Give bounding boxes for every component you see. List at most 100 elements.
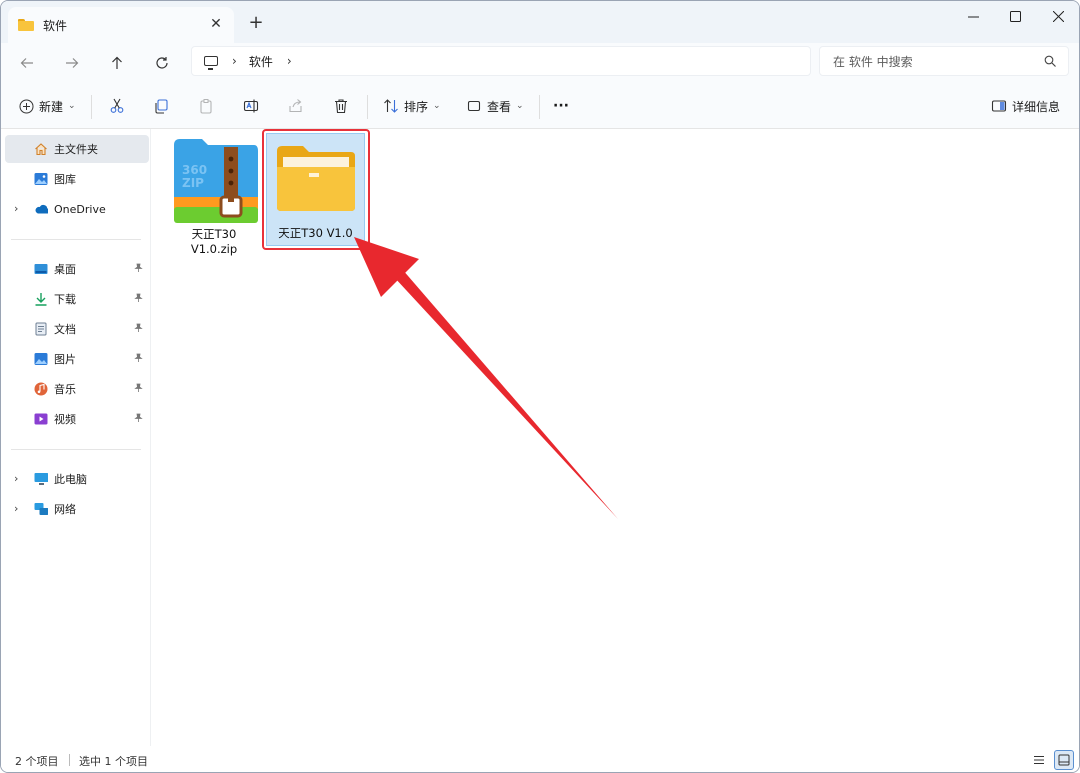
paste-button[interactable] [198,94,219,118]
divider [367,95,368,119]
desktop-icon [34,264,48,274]
back-button[interactable] [15,51,39,75]
sidebar-item-downloads[interactable]: 下载 [5,285,149,313]
clipboard-icon [198,98,214,114]
new-label: 新建 [39,99,64,114]
sidebar-item-pictures[interactable]: 图片 [5,345,149,373]
new-button[interactable]: 新建 ⌄ [18,94,76,118]
pin-icon[interactable] [134,323,143,335]
command-bar: 新建 ⌄ 排序 ⌄ 查看 ⌄ ··· 详细信息 [1,83,1079,129]
details-view-button[interactable] [1029,750,1049,770]
share-button[interactable] [288,94,309,118]
maximize-icon [1009,10,1021,22]
divider [91,95,92,119]
home-icon [35,143,47,156]
trash-icon [333,98,349,114]
pin-icon[interactable] [134,413,143,425]
sidebar-item-home[interactable]: 主文件夹 [5,135,149,163]
annotation-highlight-box [262,129,370,250]
more-options-button[interactable]: ··· [553,94,569,118]
onedrive-icon [35,204,48,214]
sidebar-item-desktop[interactable]: 桌面 [5,255,149,283]
breadcrumb-chevron[interactable]: › [232,54,237,68]
title-bar: 软件 ✕ + [1,1,1079,43]
pin-icon[interactable] [134,353,143,365]
rename-button[interactable] [243,94,264,118]
video-icon [34,413,48,425]
sort-icon [383,98,399,114]
scissors-icon [109,98,125,114]
sidebar-item-onedrive[interactable]: › OneDrive [5,195,149,223]
expand-chevron-icon[interactable]: › [14,202,18,215]
status-bar: 2 个项目 选中 1 个项目 [1,746,1079,772]
svg-text:360: 360 [182,163,207,177]
details-pane-icon [991,98,1007,114]
details-pane-button[interactable]: 详细信息 [991,94,1060,118]
list-view-icon [1034,756,1044,764]
sidebar-item-this-pc[interactable]: › 此电脑 [5,465,149,493]
share-icon [288,98,304,114]
maximize-button[interactable] [992,1,1038,31]
view-label: 查看 [487,99,512,114]
large-icons-view-button[interactable] [1054,750,1074,770]
delete-button[interactable] [333,94,354,118]
minimize-button[interactable] [950,1,996,31]
pin-icon[interactable] [134,293,143,305]
up-button[interactable] [105,51,129,75]
network-icon [34,503,48,515]
file-item-zip[interactable]: 360 ZIP 天正T30 V1.0.zip [166,133,262,261]
svg-text:ZIP: ZIP [182,176,204,190]
chevron-down-icon: ⌄ [68,101,76,111]
new-tab-button[interactable]: + [247,14,265,32]
chevron-down-icon: ⌄ [433,101,441,111]
search-icon [1044,55,1056,67]
divider [11,449,141,450]
sidebar-item-gallery[interactable]: 图库 [5,165,149,193]
download-icon [35,293,47,306]
tab-title: 软件 [43,18,68,33]
breadcrumb-chevron[interactable]: › [287,54,292,68]
chevron-down-icon: ⌄ [516,101,524,111]
sidebar-item-network[interactable]: › 网络 [5,495,149,523]
pictures-icon [34,353,48,365]
sidebar-item-music[interactable]: 音乐 [5,375,149,403]
plus-circle-icon [18,98,34,114]
search-input[interactable]: 在 软件 中搜索 [819,46,1069,76]
navigation-pane: 主文件夹 图库 › OneDrive 桌面 下载 文档 图片 音乐 视频 › 此… [1,129,151,746]
view-button[interactable]: 查看 ⌄ [466,94,524,118]
divider [11,239,141,240]
copy-button[interactable] [153,94,174,118]
music-icon [34,382,48,396]
details-label: 详细信息 [1012,99,1061,114]
gallery-icon [34,173,48,185]
zip-archive-icon: 360 ZIP [174,139,258,223]
search-placeholder: 在 软件 中搜索 [833,54,913,69]
sort-button[interactable]: 排序 ⌄ [383,94,441,118]
address-bar: › 软件 › 在 软件 中搜索 [1,43,1079,83]
document-icon [35,322,47,336]
selected-count: 选中 1 个项目 [79,755,148,768]
cut-button[interactable] [109,94,130,118]
close-button[interactable] [1035,1,1079,31]
pin-icon[interactable] [134,263,143,275]
arrow-right-icon [66,58,79,68]
expand-chevron-icon[interactable]: › [14,472,18,485]
rename-icon [243,98,259,114]
forward-button[interactable] [60,51,84,75]
divider [539,95,540,119]
pin-icon[interactable] [134,383,143,395]
copy-icon [153,98,169,114]
sidebar-item-documents[interactable]: 文档 [5,315,149,343]
refresh-button[interactable] [150,51,174,75]
computer-icon [204,56,218,70]
file-name: 天正T30 V1.0.zip [190,227,238,256]
minimize-icon [967,16,979,17]
tab-software[interactable]: 软件 ✕ [8,7,234,43]
divider [69,754,70,766]
breadcrumb-software[interactable]: 软件 [249,53,273,70]
address-path[interactable]: › 软件 › [191,46,811,76]
sidebar-item-videos[interactable]: 视频 [5,405,149,433]
tab-close-button[interactable]: ✕ [208,16,224,32]
arrow-up-icon [112,56,122,69]
expand-chevron-icon[interactable]: › [14,502,18,515]
